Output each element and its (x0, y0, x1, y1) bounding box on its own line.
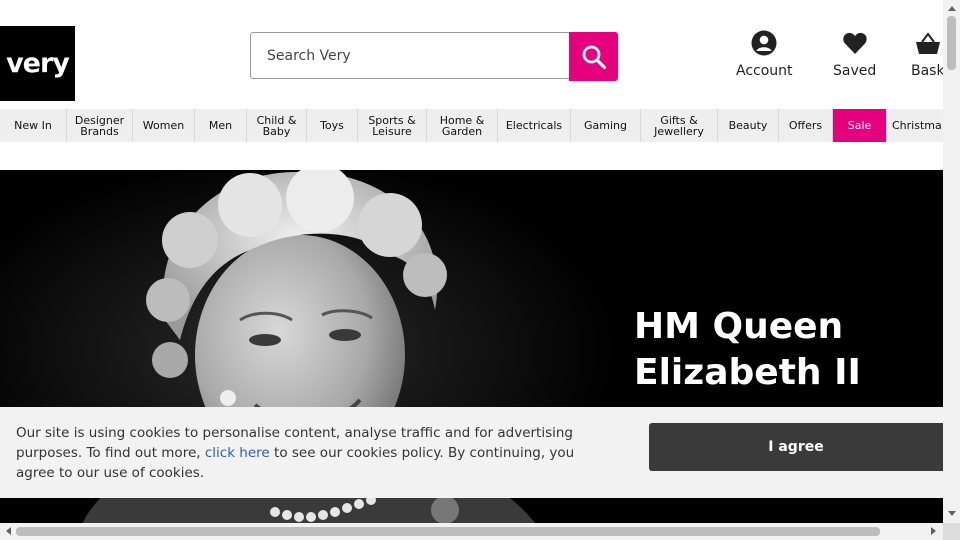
nav-item-women[interactable]: Women (133, 109, 195, 142)
nav-item-electricals[interactable]: Electricals (498, 109, 571, 142)
horizontal-scroll-thumb[interactable] (16, 527, 880, 536)
cookie-banner: Our site is using cookies to personalise… (0, 407, 943, 498)
scroll-down-arrow-icon[interactable] (948, 511, 956, 516)
search-button[interactable] (569, 32, 618, 81)
scroll-up-arrow-icon[interactable] (948, 6, 956, 11)
i-agree-button[interactable]: I agree (649, 423, 943, 471)
nav-item-men[interactable]: Men (195, 109, 247, 142)
cookie-policy-link[interactable]: click here (205, 445, 270, 461)
nav-item-sports-leisure[interactable]: Sports & Leisure (358, 109, 427, 142)
nav-item-christmas[interactable]: Christma (886, 109, 943, 142)
scrollbar-corner (943, 523, 960, 540)
saved-label: Saved (833, 63, 877, 79)
search-icon (582, 45, 606, 69)
category-nav: New In Designer Brands Women Men Child &… (0, 109, 943, 142)
basket-link[interactable]: Bask (911, 30, 943, 79)
account-label: Account (736, 63, 793, 79)
nav-item-beauty[interactable]: Beauty (718, 109, 779, 142)
vertical-scroll-thumb[interactable] (947, 16, 956, 70)
account-icon (751, 30, 777, 56)
nav-item-offers[interactable]: Offers (779, 109, 833, 142)
very-logo[interactable]: very (0, 26, 75, 101)
heart-icon (842, 32, 867, 54)
horizontal-scrollbar[interactable] (0, 523, 943, 540)
nav-item-home-garden[interactable]: Home & Garden (427, 109, 498, 142)
scroll-left-arrow-icon[interactable] (6, 527, 11, 535)
saved-link[interactable]: Saved (833, 30, 876, 79)
page-viewport: very Account Saved Bask New In (0, 0, 943, 523)
account-link[interactable]: Account (736, 30, 793, 79)
search-bar (250, 32, 618, 81)
nav-item-toys[interactable]: Toys (307, 109, 358, 142)
search-input[interactable] (250, 32, 569, 79)
cookie-message: Our site is using cookies to personalise… (16, 423, 616, 483)
nav-item-gaming[interactable]: Gaming (571, 109, 641, 142)
basket-label: Bask (911, 63, 943, 79)
vertical-scrollbar[interactable] (943, 0, 960, 523)
nav-item-new-in[interactable]: New In (0, 109, 67, 142)
nav-item-sale[interactable]: Sale (833, 109, 886, 142)
basket-icon (915, 32, 940, 54)
nav-item-gifts-jewellery[interactable]: Gifts & Jewellery (641, 109, 718, 142)
hero-title: HM Queen Elizabeth II (634, 306, 861, 393)
scroll-right-arrow-icon[interactable] (931, 527, 936, 535)
logo-text: very (6, 48, 70, 79)
nav-item-child-baby[interactable]: Child & Baby (247, 109, 307, 142)
nav-item-designer-brands[interactable]: Designer Brands (67, 109, 133, 142)
